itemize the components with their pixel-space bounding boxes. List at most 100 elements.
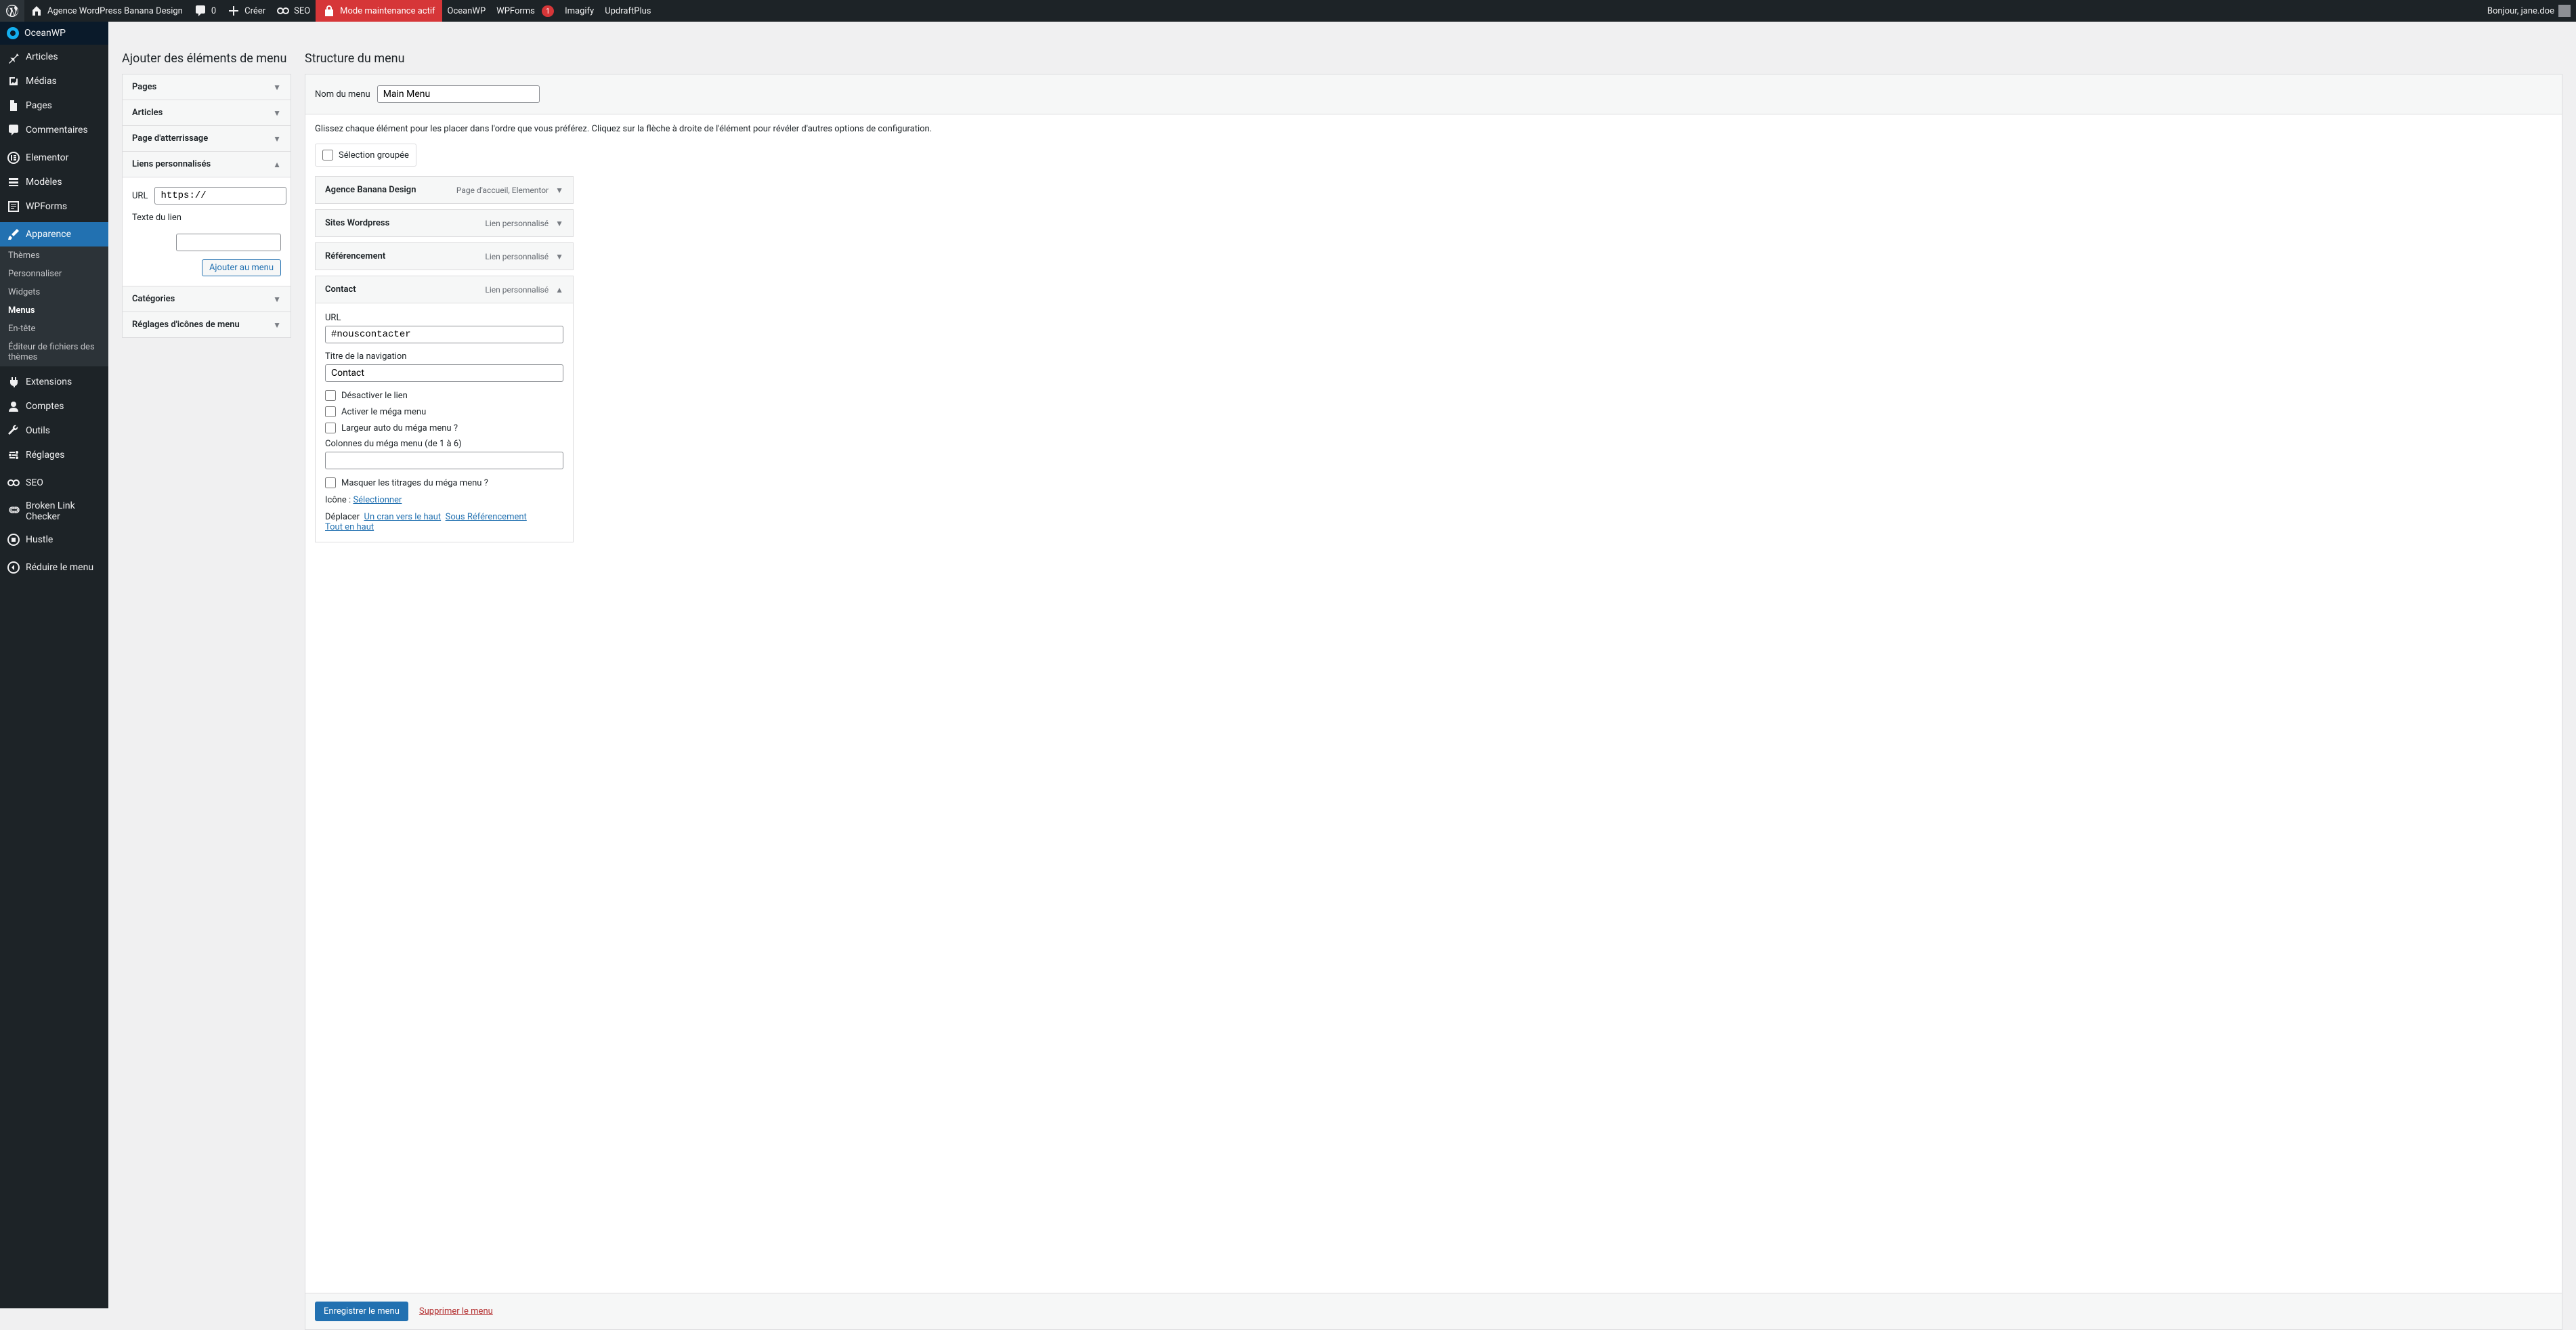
greeting-text: Bonjour, jane.doe: [2487, 6, 2554, 16]
sidebar-settings[interactable]: Réglages: [0, 443, 108, 467]
sidebar-articles[interactable]: Articles: [0, 45, 108, 69]
chevron-up-icon: ▲: [555, 285, 563, 295]
site-name-text: Agence WordPress Banana Design: [47, 6, 183, 16]
link-text-label: Texte du lien: [132, 213, 181, 223]
wrench-icon: [7, 424, 20, 437]
maintenance-mode[interactable]: Mode maintenance actif: [316, 0, 442, 22]
site-name-link[interactable]: Agence WordPress Banana Design: [24, 0, 188, 22]
sidebar-templates[interactable]: Modèles: [0, 170, 108, 194]
sidebar-plugins[interactable]: Extensions: [0, 370, 108, 394]
mega-cols-input[interactable]: [325, 452, 563, 469]
contact-settings: URL Titre de la navigation Désactiver le…: [316, 303, 573, 542]
acc-landing[interactable]: Page d'atterrissage▼: [123, 126, 291, 152]
contact-url-input[interactable]: [325, 326, 563, 343]
menu-body: Glissez chaque élément pour les placer d…: [305, 114, 2562, 1293]
page-icon: [7, 99, 20, 112]
contact-nav-input[interactable]: [325, 364, 563, 382]
link-icon: [7, 505, 20, 518]
sidebar-hustle[interactable]: Hustle: [0, 528, 108, 552]
chevron-down-icon: ▼: [555, 219, 563, 228]
seo-link[interactable]: SEO: [271, 0, 316, 22]
acc-custom-links[interactable]: Liens personnalisés▲: [123, 152, 291, 177]
menu-item-ref[interactable]: RéférencementLien personnalisé▼: [315, 242, 574, 270]
seo-text: SEO: [294, 6, 310, 16]
collapse-icon: [7, 561, 20, 574]
move-up-link[interactable]: Un cran vers le haut: [364, 512, 442, 522]
comment-icon: [194, 4, 207, 18]
custom-link-form: URL Texte du lien Ajouter au menu: [123, 177, 291, 286]
comments-link[interactable]: 0: [188, 0, 221, 22]
move-under-link[interactable]: Sous Référencement: [446, 512, 527, 522]
imagify-link[interactable]: Imagify: [559, 0, 599, 22]
sub-themes[interactable]: Thèmes: [0, 246, 108, 265]
seo-icon: [7, 476, 20, 490]
sidebar-appearance[interactable]: Apparence: [0, 222, 108, 246]
hustle-icon: [7, 533, 20, 546]
add-to-menu-button[interactable]: Ajouter au menu: [202, 259, 281, 276]
avatar: [2558, 5, 2571, 17]
acc-pages[interactable]: Pages▼: [123, 74, 291, 100]
oceanwp-link[interactable]: OceanWP: [442, 0, 492, 22]
user-greeting[interactable]: Bonjour, jane.doe: [2482, 0, 2576, 22]
wpforms-text: WPForms: [496, 6, 535, 16]
sidebar-seo[interactable]: SEO: [0, 471, 108, 495]
menu-item-sites[interactable]: Sites WordpressLien personnalisé▼: [315, 209, 574, 237]
sidebar-elementor[interactable]: Elementor: [0, 146, 108, 170]
form-icon: [7, 200, 20, 213]
sidebar-tools[interactable]: Outils: [0, 419, 108, 443]
icon-select-link[interactable]: Sélectionner: [353, 495, 402, 505]
wpforms-link[interactable]: WPForms1: [491, 0, 559, 22]
create-text: Créer: [244, 6, 265, 16]
sidebar-blc[interactable]: Broken Link Checker: [0, 495, 108, 528]
plus-icon: [227, 4, 240, 18]
hide-titles-checkbox[interactable]: [325, 477, 336, 488]
add-items-heading: Ajouter des éléments de menu: [122, 51, 291, 66]
wp-logo[interactable]: [0, 0, 24, 22]
sub-widgets[interactable]: Widgets: [0, 283, 108, 301]
seo-icon: [276, 4, 290, 18]
save-menu-button[interactable]: Enregistrer le menu: [315, 1302, 408, 1321]
icon-label: Icône :: [325, 495, 353, 505]
menu-name-label: Nom du menu: [315, 89, 370, 100]
plugin-icon: [7, 375, 20, 389]
disable-link-checkbox[interactable]: [325, 390, 336, 401]
menu-item-agence[interactable]: Agence Banana DesignPage d'accueil, Elem…: [315, 176, 574, 204]
pin-icon: [7, 50, 20, 64]
url-label: URL: [132, 191, 148, 201]
acc-categories[interactable]: Catégories▼: [123, 286, 291, 312]
sub-customize[interactable]: Personnaliser: [0, 265, 108, 283]
sidebar-collapse[interactable]: Réduire le menu: [0, 555, 108, 580]
sidebar-comments[interactable]: Commentaires: [0, 118, 108, 142]
custom-text-input[interactable]: [176, 234, 281, 251]
sidebar-pages[interactable]: Pages: [0, 93, 108, 118]
sidebar-media[interactable]: Médias: [0, 69, 108, 93]
menu-name-input[interactable]: [377, 85, 540, 103]
sidebar-users[interactable]: Comptes: [0, 394, 108, 419]
chevron-down-icon: ▼: [273, 134, 281, 144]
menu-item-contact-header[interactable]: ContactLien personnalisé▲: [316, 276, 573, 303]
lock-icon: [322, 4, 336, 18]
move-top-link[interactable]: Tout en haut: [325, 522, 374, 532]
sidebar-oceanwp[interactable]: OceanWP: [0, 22, 108, 45]
sub-file-editor[interactable]: Éditeur de fichiers des thèmes: [0, 338, 108, 366]
updraft-link[interactable]: UpdraftPlus: [599, 0, 656, 22]
custom-url-input[interactable]: [154, 187, 286, 205]
menu-structure-column: Structure du menu Nom du menu Glissez ch…: [298, 43, 2576, 1330]
sidebar-wpforms[interactable]: WPForms: [0, 194, 108, 219]
chevron-down-icon: ▼: [273, 108, 281, 118]
acc-articles[interactable]: Articles▼: [123, 100, 291, 126]
home-icon: [30, 4, 43, 18]
settings-icon: [7, 448, 20, 462]
mega-menu-checkbox[interactable]: [325, 406, 336, 417]
mega-auto-checkbox[interactable]: [325, 423, 336, 433]
elementor-icon: [7, 151, 20, 165]
bulk-select[interactable]: Sélection groupée: [315, 144, 416, 167]
sub-header[interactable]: En-tête: [0, 320, 108, 338]
media-icon: [7, 74, 20, 88]
acc-icon-settings[interactable]: Réglages d'icônes de menu▼: [123, 312, 291, 337]
bulk-checkbox[interactable]: [322, 150, 333, 160]
create-link[interactable]: Créer: [221, 0, 271, 22]
comment-icon: [7, 123, 20, 137]
sub-menus[interactable]: Menus: [0, 301, 108, 320]
delete-menu-link[interactable]: Supprimer le menu: [419, 1306, 493, 1316]
